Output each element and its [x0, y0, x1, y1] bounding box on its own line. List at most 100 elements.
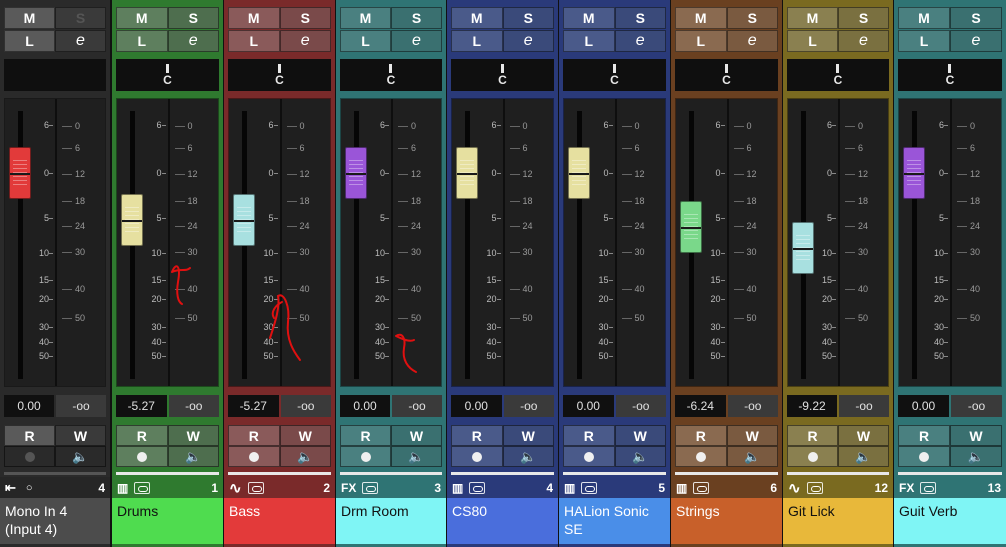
solo-button[interactable]: S: [391, 7, 442, 29]
pan-control[interactable]: C: [451, 59, 554, 91]
write-automation-button[interactable]: W: [55, 425, 106, 446]
volume-fader[interactable]: 6 0 5 10 15 20 30 40 50: [341, 99, 391, 386]
peak-value[interactable]: -oo: [168, 395, 219, 417]
edit-channel-button[interactable]: e: [726, 30, 778, 52]
solo-button[interactable]: S: [726, 7, 778, 29]
listen-button[interactable]: L: [116, 30, 168, 52]
volume-fader[interactable]: 6 0 5 10 15 20 30 40 50: [788, 99, 838, 386]
volume-fader[interactable]: 6 0 5 10 15 20 30 40 50: [452, 99, 503, 386]
volume-value[interactable]: -6.24: [675, 395, 726, 417]
peak-value[interactable]: -oo: [280, 395, 331, 417]
link-icon[interactable]: [134, 481, 151, 494]
write-automation-button[interactable]: W: [838, 425, 889, 446]
write-automation-button[interactable]: W: [279, 425, 331, 446]
record-enable-button[interactable]: [787, 446, 838, 467]
channel-name[interactable]: Mono In 4 (Input 4): [0, 498, 110, 544]
listen-button[interactable]: L: [340, 30, 391, 52]
record-enable-button[interactable]: [675, 446, 727, 467]
link-icon[interactable]: [362, 481, 379, 494]
channel-name[interactable]: HALion Sonic SE: [559, 498, 670, 544]
read-automation-button[interactable]: R: [116, 425, 168, 446]
fader-handle[interactable]: [792, 221, 814, 274]
peak-value[interactable]: -oo: [392, 395, 442, 417]
solo-button[interactable]: S: [279, 7, 331, 29]
link-icon[interactable]: [806, 481, 823, 494]
channel-name[interactable]: Git Lick: [783, 498, 893, 544]
channel-name[interactable]: Strings: [671, 498, 782, 544]
pan-control[interactable]: C: [116, 59, 219, 91]
write-automation-button[interactable]: W: [391, 425, 442, 446]
edit-channel-button[interactable]: e: [502, 30, 554, 52]
pan-control[interactable]: C: [787, 59, 889, 91]
mute-button[interactable]: M: [340, 7, 391, 29]
peak-value[interactable]: -oo: [951, 395, 1002, 417]
mute-button[interactable]: M: [675, 7, 727, 29]
listen-button[interactable]: L: [451, 30, 503, 52]
listen-button[interactable]: L: [898, 30, 950, 52]
volume-value[interactable]: 0.00: [898, 395, 949, 417]
edit-channel-button[interactable]: e: [55, 30, 106, 52]
write-automation-button[interactable]: W: [614, 425, 666, 446]
volume-fader[interactable]: 6 0 5 10 15 20 30 40 50: [117, 99, 168, 386]
volume-value[interactable]: 0.00: [340, 395, 390, 417]
record-enable-button[interactable]: [898, 446, 950, 467]
record-enable-button[interactable]: [563, 446, 615, 467]
monitor-button[interactable]: 🔈: [502, 446, 554, 467]
read-automation-button[interactable]: R: [898, 425, 950, 446]
volume-fader[interactable]: 6 0 5 10 15 20 30 40 50: [676, 99, 727, 386]
monitor-button[interactable]: 🔈: [55, 446, 106, 467]
pan-control[interactable]: C: [898, 59, 1002, 91]
channel-name[interactable]: Drm Room: [336, 498, 446, 544]
peak-value[interactable]: -oo: [727, 395, 778, 417]
peak-value[interactable]: -oo: [503, 395, 554, 417]
mute-button[interactable]: M: [563, 7, 615, 29]
record-enable-button[interactable]: [451, 446, 503, 467]
read-automation-button[interactable]: R: [563, 425, 615, 446]
solo-button[interactable]: S: [614, 7, 666, 29]
fader-handle[interactable]: [9, 147, 31, 199]
fader-handle[interactable]: [456, 147, 478, 199]
mute-button[interactable]: M: [451, 7, 503, 29]
read-automation-button[interactable]: R: [451, 425, 503, 446]
peak-value[interactable]: -oo: [839, 395, 889, 417]
link-icon[interactable]: [581, 481, 598, 494]
channel-name[interactable]: Guit Verb: [894, 498, 1006, 544]
edit-channel-button[interactable]: e: [167, 30, 219, 52]
mute-button[interactable]: M: [898, 7, 950, 29]
pan-control[interactable]: C: [675, 59, 778, 91]
listen-button[interactable]: L: [787, 30, 838, 52]
listen-button[interactable]: L: [228, 30, 280, 52]
read-automation-button[interactable]: R: [675, 425, 727, 446]
listen-button[interactable]: L: [563, 30, 615, 52]
volume-value[interactable]: -9.22: [787, 395, 837, 417]
fader-handle[interactable]: [903, 147, 925, 199]
fader-handle[interactable]: [345, 147, 367, 199]
edit-channel-button[interactable]: e: [391, 30, 442, 52]
record-enable-button[interactable]: [116, 446, 168, 467]
link-icon[interactable]: [920, 481, 937, 494]
solo-button[interactable]: S: [838, 7, 889, 29]
write-automation-button[interactable]: W: [950, 425, 1002, 446]
volume-value[interactable]: 0.00: [451, 395, 502, 417]
fader-handle[interactable]: [121, 193, 143, 246]
monitor-button[interactable]: 🔈: [726, 446, 778, 467]
record-enable-button[interactable]: [340, 446, 391, 467]
read-automation-button[interactable]: R: [340, 425, 391, 446]
mute-button[interactable]: M: [116, 7, 168, 29]
pan-control[interactable]: C: [563, 59, 666, 91]
write-automation-button[interactable]: W: [167, 425, 219, 446]
link-icon[interactable]: [469, 481, 486, 494]
peak-value[interactable]: -oo: [56, 395, 106, 417]
volume-value[interactable]: -5.27: [116, 395, 167, 417]
volume-fader[interactable]: 6 0 5 10 15 20 30 40 50: [5, 99, 55, 386]
read-automation-button[interactable]: R: [787, 425, 838, 446]
fader-handle[interactable]: [680, 200, 702, 253]
channel-name[interactable]: Drums: [112, 498, 223, 544]
mute-button[interactable]: M: [787, 7, 838, 29]
listen-button[interactable]: L: [4, 30, 55, 52]
edit-channel-button[interactable]: e: [950, 30, 1002, 52]
write-automation-button[interactable]: W: [726, 425, 778, 446]
volume-fader[interactable]: 6 0 5 10 15 20 30 40 50: [229, 99, 280, 386]
solo-button[interactable]: S: [55, 7, 106, 29]
fader-handle[interactable]: [233, 193, 255, 246]
